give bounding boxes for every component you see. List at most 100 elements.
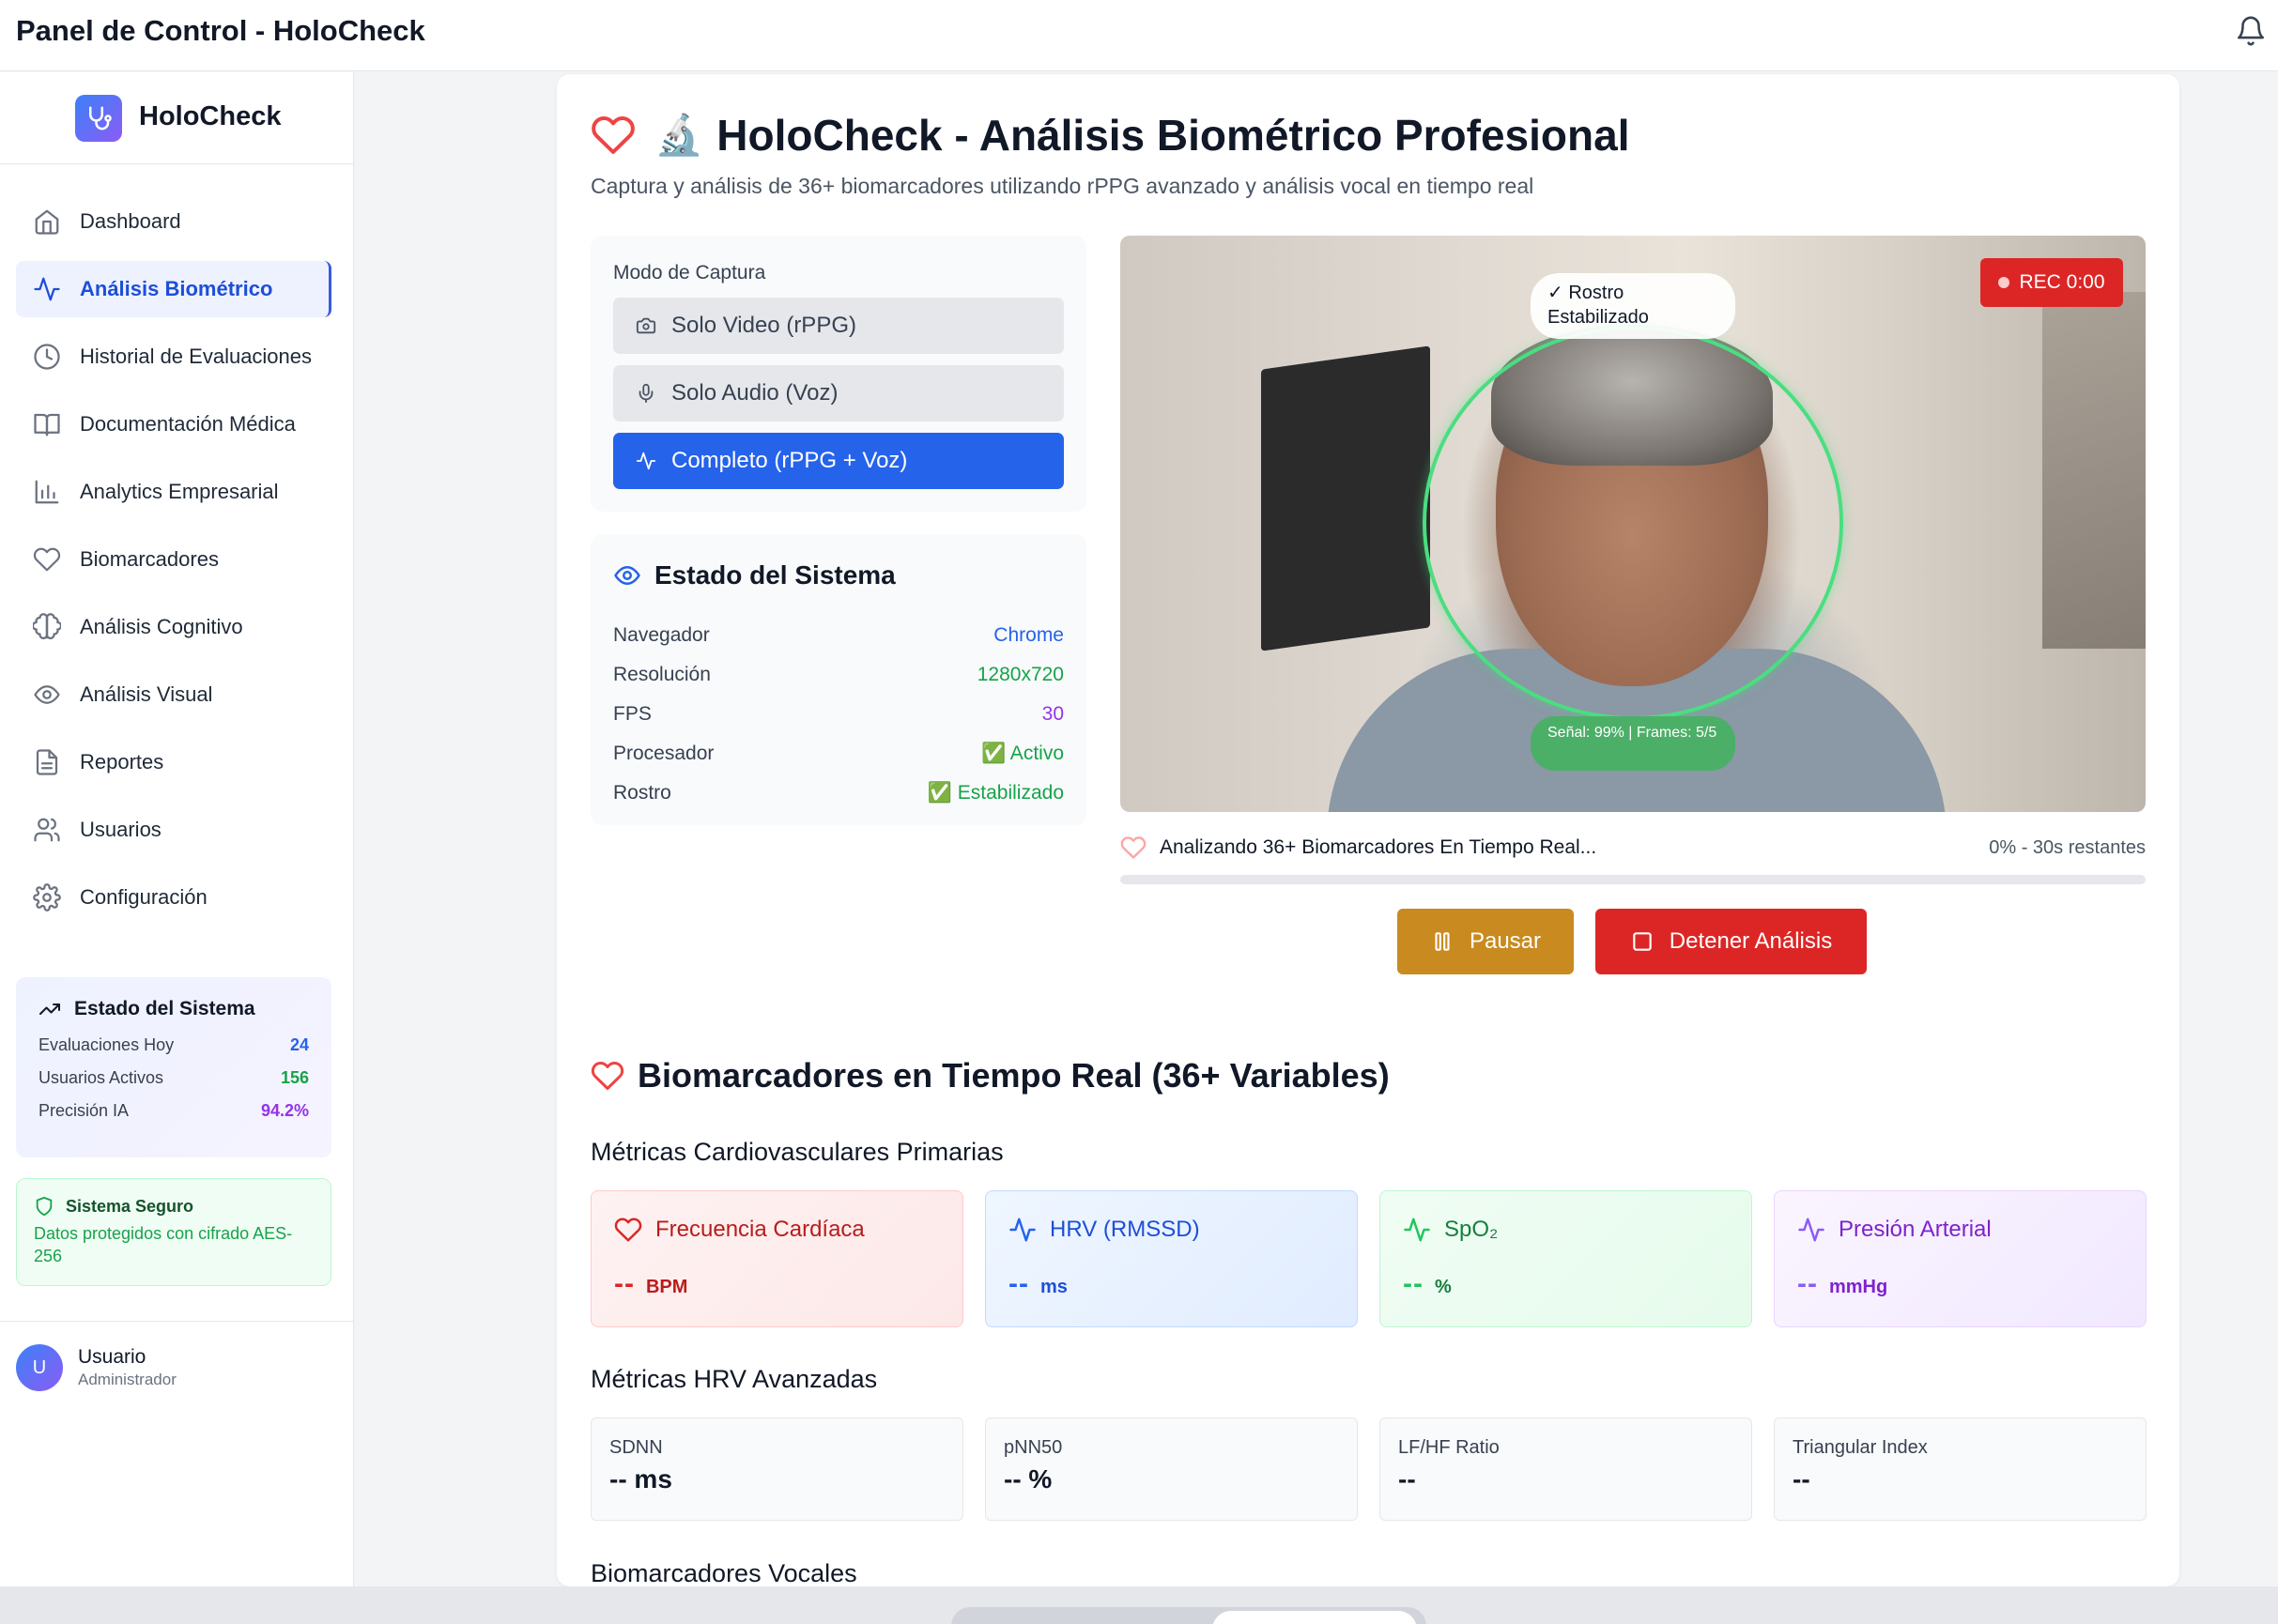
rec-dot-icon bbox=[1998, 277, 2010, 288]
home-icon bbox=[35, 209, 59, 235]
hrv-label: SDNN bbox=[609, 1437, 663, 1458]
user-profile[interactable]: U Usuario Administrador bbox=[16, 1344, 177, 1391]
sidebar-item-visual[interactable]: Análisis Visual bbox=[16, 666, 331, 723]
sidebar-item-label: Dashboard bbox=[80, 209, 181, 233]
analysis-label-wrap: Analizando 36+ Biomarcadores En Tiempo R… bbox=[1120, 835, 1596, 861]
pause-button[interactable]: Pausar bbox=[1397, 909, 1574, 974]
bar-chart-icon bbox=[35, 480, 59, 504]
mode-label: Solo Video (rPPG) bbox=[671, 313, 856, 338]
analysis-status: Analizando 36+ Biomarcadores En Tiempo R… bbox=[1120, 835, 2146, 861]
metric-number: -- bbox=[1403, 1268, 1424, 1299]
sidebar-item-label: Analytics Empresarial bbox=[80, 480, 279, 503]
analysis-progress-text: 0% - 30s restantes bbox=[1989, 836, 2146, 858]
bell-icon[interactable] bbox=[2235, 15, 2267, 47]
main-panel: 🔬 HoloCheck - Análisis Biométrico Profes… bbox=[557, 74, 2179, 1586]
system-label: Procesador bbox=[613, 743, 715, 764]
sidebar-item-label: Historial de Evaluaciones bbox=[80, 345, 313, 368]
metric-label: HRV (RMSSD) bbox=[1050, 1217, 1200, 1242]
activity-icon bbox=[1009, 1218, 1036, 1242]
metric-unit: % bbox=[1434, 1277, 1452, 1297]
capture-mode-title: Modo de Captura bbox=[613, 262, 766, 283]
sidebar-status-header: Estado del Sistema bbox=[38, 998, 309, 1020]
sidebar-item-label: Biomarcadores bbox=[80, 547, 219, 571]
book-icon bbox=[34, 413, 60, 437]
metric-header: Presión Arterial bbox=[1797, 1216, 2123, 1244]
metric-blood-pressure: Presión Arterial -- mmHg bbox=[1774, 1190, 2147, 1327]
metric-unit: BPM bbox=[645, 1277, 688, 1297]
camera-icon bbox=[636, 317, 656, 334]
sidebar-item-label: Documentación Médica bbox=[80, 412, 296, 436]
background-tv bbox=[1261, 345, 1430, 651]
mode-video-button[interactable]: Solo Video (rPPG) bbox=[613, 298, 1064, 354]
hrv-value: -- bbox=[1398, 1464, 1416, 1494]
brand[interactable]: HoloCheck bbox=[0, 72, 354, 164]
system-value: ✅ Activo bbox=[980, 743, 1064, 764]
rec-label: REC 0:00 bbox=[2019, 271, 2105, 293]
user-role: Administrador bbox=[78, 1371, 177, 1388]
sidebar-item-medical-docs[interactable]: Documentación Médica bbox=[16, 396, 331, 452]
hrv-metric-sdnn: SDNN -- ms bbox=[591, 1417, 963, 1521]
mode-label: Completo (rPPG + Voz) bbox=[671, 448, 908, 473]
status-row: Evaluaciones Hoy 24 bbox=[38, 1035, 309, 1055]
status-value: 156 bbox=[280, 1068, 309, 1087]
activity-icon bbox=[34, 277, 60, 301]
sidebar-item-analytics[interactable]: Analytics Empresarial bbox=[16, 464, 331, 520]
sidebar-item-cognitive[interactable]: Análisis Cognitivo bbox=[16, 599, 331, 655]
main-title: HoloCheck - Análisis Biométrico Profesio… bbox=[716, 111, 1630, 160]
system-value: ✅ Estabilizado bbox=[927, 782, 1064, 804]
main-subtitle: Captura y análisis de 36+ biomarcadores … bbox=[591, 174, 1534, 198]
trending-up-icon bbox=[39, 1004, 60, 1015]
system-status-card: Estado del Sistema Navegador Chrome Resol… bbox=[591, 534, 1086, 825]
pause-icon bbox=[1435, 932, 1450, 951]
status-value: 24 bbox=[289, 1035, 309, 1054]
sidebar-item-biomarkers[interactable]: Biomarcadores bbox=[16, 531, 331, 588]
face-stabilized-badge: ✓ Rostro Estabilizado bbox=[1531, 273, 1735, 339]
stop-icon bbox=[1633, 932, 1652, 951]
sidebar-item-label: Análisis Visual bbox=[80, 682, 213, 706]
secure-text: Datos protegidos con cifrado AES-256 bbox=[34, 1224, 293, 1265]
stop-analysis-button[interactable]: Detener Análisis bbox=[1595, 909, 1867, 974]
camera-feed[interactable]: ✓ Rostro Estabilizado Señal: 99% | Frame… bbox=[1120, 236, 2146, 812]
sidebar-item-users[interactable]: Usuarios bbox=[16, 802, 331, 858]
metric-header: Frecuencia Cardíaca bbox=[614, 1216, 940, 1244]
status-row: Precisión IA 94.2% bbox=[38, 1101, 309, 1121]
stop-label: Detener Análisis bbox=[1669, 928, 1833, 954]
system-label: FPS bbox=[613, 703, 652, 725]
system-label: Resolución bbox=[613, 664, 711, 685]
hrv-section-title: Métricas HRV Avanzadas bbox=[591, 1365, 878, 1393]
activity-icon bbox=[1798, 1218, 1824, 1242]
background-shelf bbox=[2042, 292, 2146, 649]
heart-icon bbox=[592, 115, 635, 154]
gear-icon bbox=[33, 883, 61, 912]
metric-value: -- ms bbox=[1008, 1268, 1334, 1300]
metric-number: -- bbox=[614, 1268, 635, 1299]
activity-icon bbox=[1404, 1218, 1430, 1242]
file-icon bbox=[36, 749, 58, 775]
sidebar-item-settings[interactable]: Configuración bbox=[16, 869, 331, 926]
sidebar-item-history[interactable]: Historial de Evaluaciones bbox=[16, 329, 331, 385]
hrv-label: pNN50 bbox=[1004, 1437, 1063, 1458]
clock-icon bbox=[34, 344, 60, 370]
mode-label: Solo Audio (Voz) bbox=[671, 380, 839, 406]
metric-unit: ms bbox=[1039, 1277, 1068, 1297]
metric-value: -- BPM bbox=[614, 1268, 940, 1300]
page-heading: 🔬 HoloCheck - Análisis Biométrico Profes… bbox=[591, 110, 1629, 161]
system-status-title: Estado del Sistema bbox=[654, 560, 896, 590]
metric-number: -- bbox=[1797, 1268, 1818, 1299]
secure-system-card: Sistema Seguro Datos protegidos con cifr… bbox=[16, 1178, 331, 1286]
sidebar-item-label: Usuarios bbox=[80, 818, 162, 841]
bottom-toggle-active[interactable] bbox=[1212, 1611, 1417, 1624]
sidebar-item-dashboard[interactable]: Dashboard bbox=[16, 193, 331, 250]
metric-header: SpO₂ bbox=[1403, 1216, 1729, 1244]
eye-icon bbox=[34, 685, 60, 704]
metric-number: -- bbox=[1008, 1268, 1029, 1299]
mode-complete-button[interactable]: Completo (rPPG + Voz) bbox=[613, 433, 1064, 489]
top-bar: Panel de Control - HoloCheck bbox=[0, 0, 2278, 71]
sidebar-item-reports[interactable]: Reportes bbox=[16, 734, 331, 790]
hrv-value: -- bbox=[1793, 1464, 1810, 1494]
hrv-metric-pnn50: pNN50 -- % bbox=[985, 1417, 1358, 1521]
system-value: 1280x720 bbox=[977, 664, 1064, 685]
sidebar-item-label: Análisis Biométrico bbox=[80, 277, 273, 300]
mode-audio-button[interactable]: Solo Audio (Voz) bbox=[613, 365, 1064, 421]
sidebar-item-biometric-analysis[interactable]: Análisis Biométrico bbox=[16, 261, 331, 317]
